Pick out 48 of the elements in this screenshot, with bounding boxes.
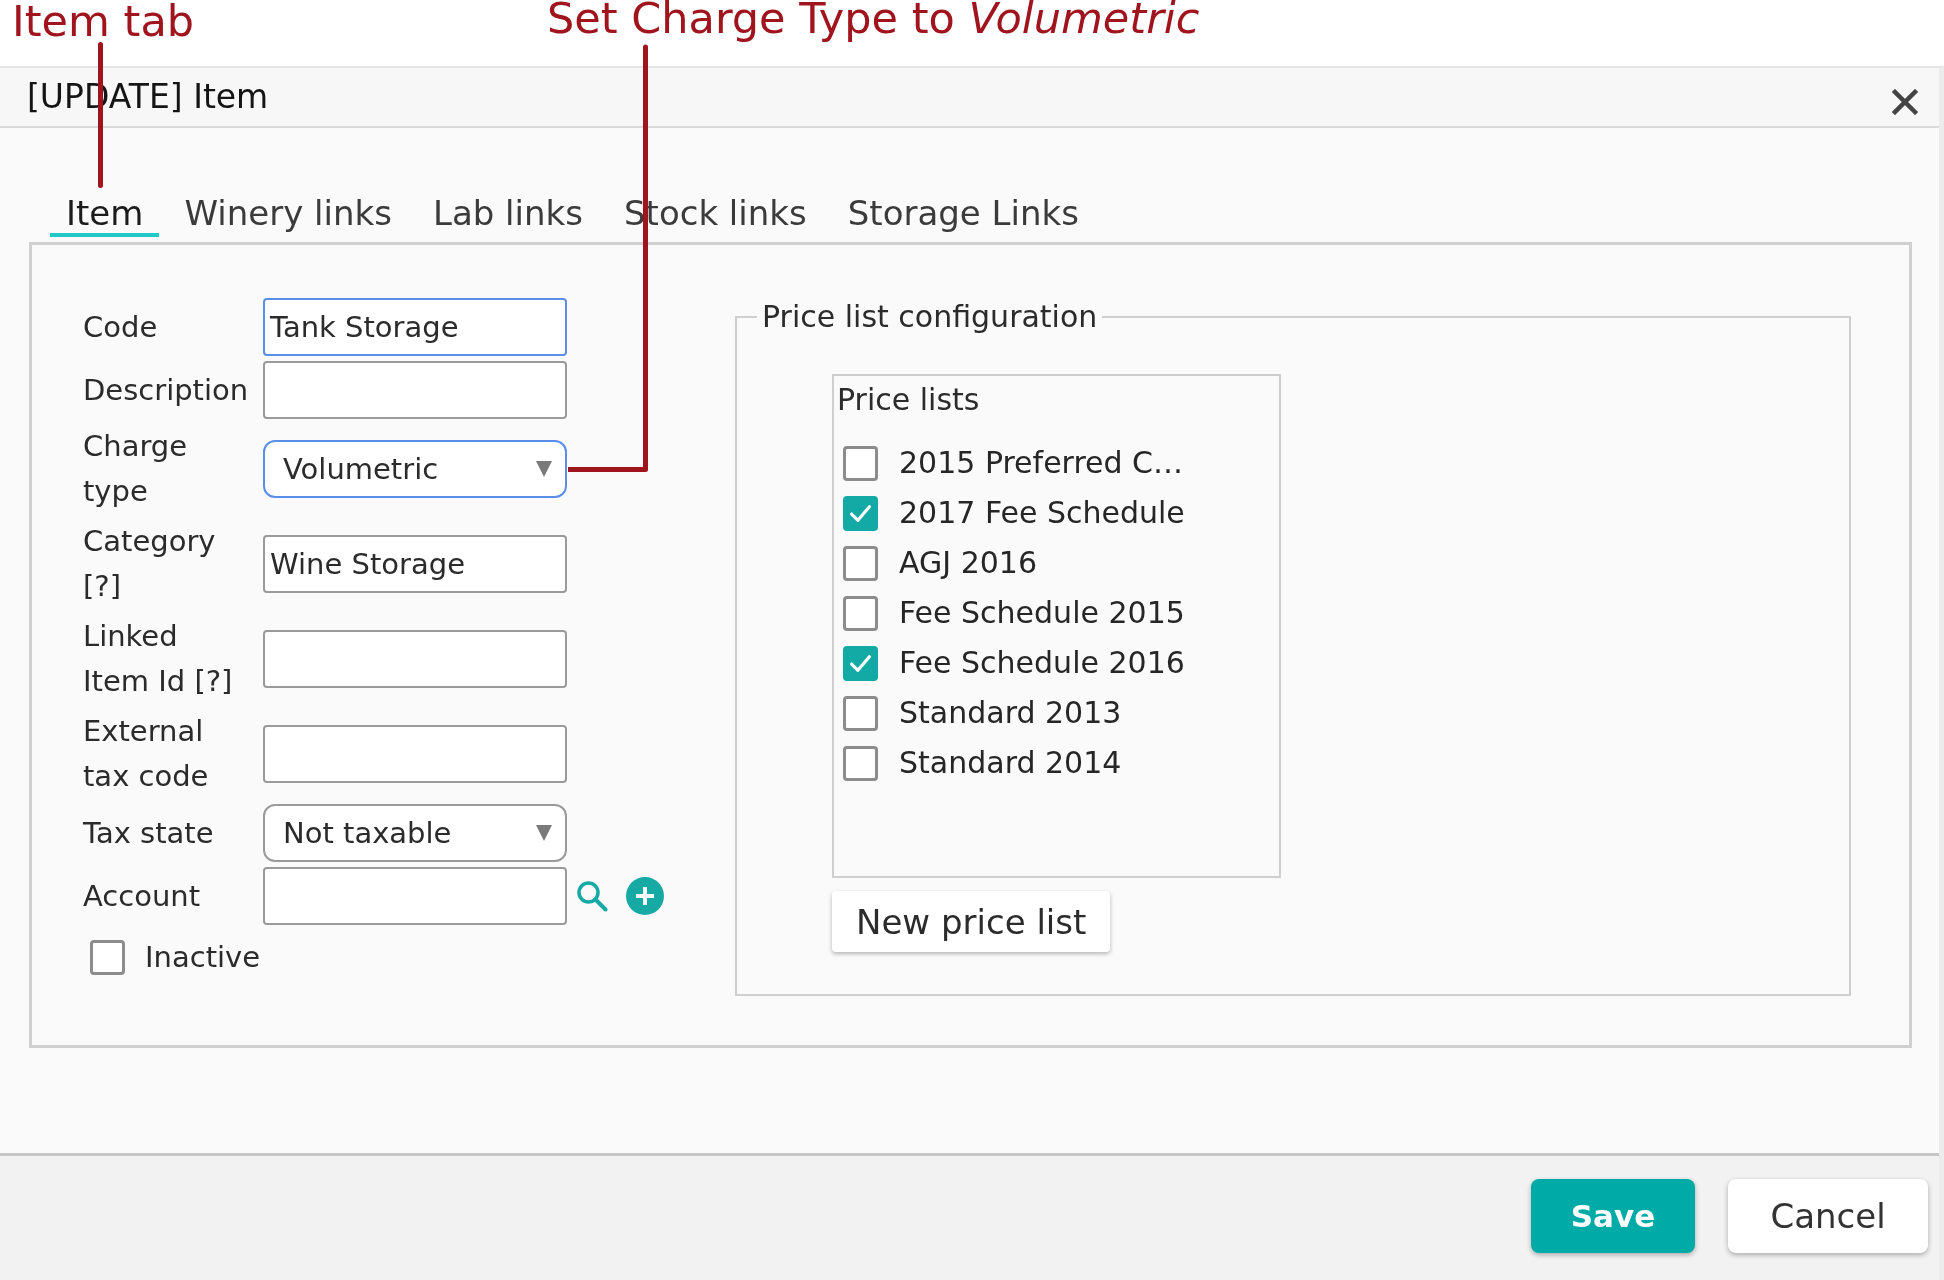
checkbox-label: AGJ 2016 [899,544,1037,582]
group-legend: Price list configuration [757,299,1103,335]
checkbox[interactable] [843,745,878,781]
checkbox-label: Fee Schedule 2015 [899,594,1185,632]
list-title: Price lists [837,381,981,419]
checkbox-label: 2017 Fee Schedule [899,494,1185,532]
close-icon [1892,89,1918,115]
tab[interactable]: Winery links [168,193,408,237]
search-icon[interactable] [576,880,608,912]
checkbox-label: 2015 Preferred C… [899,444,1184,482]
checkbox[interactable] [843,445,878,481]
text-field[interactable]: Tank Storage [263,298,567,356]
checkbox-label: Inactive [145,939,261,976]
callout-text: Item tab [12,0,195,44]
add-circle-icon[interactable] [626,877,664,915]
caret-icon [536,461,552,477]
field-label: Description [83,371,250,409]
checkbox-label: Fee Schedule 2016 [899,644,1185,682]
field-label: Linked Item Id [?] [83,618,234,700]
text-field[interactable]: Wine Storage [263,535,567,593]
callout-text: Set Charge Type to Volumetric [547,0,1200,41]
checkbox[interactable] [843,695,878,731]
field-label: Code [83,308,159,346]
cancel-button[interactable]: Cancel [1728,1179,1928,1253]
field-label: External tax code [83,713,210,795]
field-label: Tax state [83,814,215,852]
field-label: Account [83,877,202,915]
text-field[interactable] [263,867,567,925]
dropdown[interactable]: Not taxable [263,804,567,862]
field-label: Category [?] [83,523,217,605]
text-field[interactable] [263,725,567,783]
checkbox[interactable] [843,645,878,681]
dropdown[interactable]: Volumetric [263,440,567,498]
caret-icon [536,825,552,841]
checkbox[interactable] [843,595,878,631]
checkbox[interactable] [843,495,878,531]
tab[interactable]: Lab links [416,193,599,237]
close-button[interactable] [1892,89,1918,115]
checkbox-label: Standard 2013 [899,694,1122,732]
tab[interactable]: Item [50,193,160,237]
tab[interactable]: Storage Links [831,193,1095,237]
field-label: Charge type [83,428,189,510]
checkbox-label: Standard 2014 [899,744,1122,782]
text-field[interactable] [263,361,567,419]
text-field[interactable] [263,630,567,688]
new-price-list-button[interactable]: New price list [832,891,1111,952]
checkbox[interactable] [843,545,878,581]
checkbox[interactable] [90,939,125,975]
